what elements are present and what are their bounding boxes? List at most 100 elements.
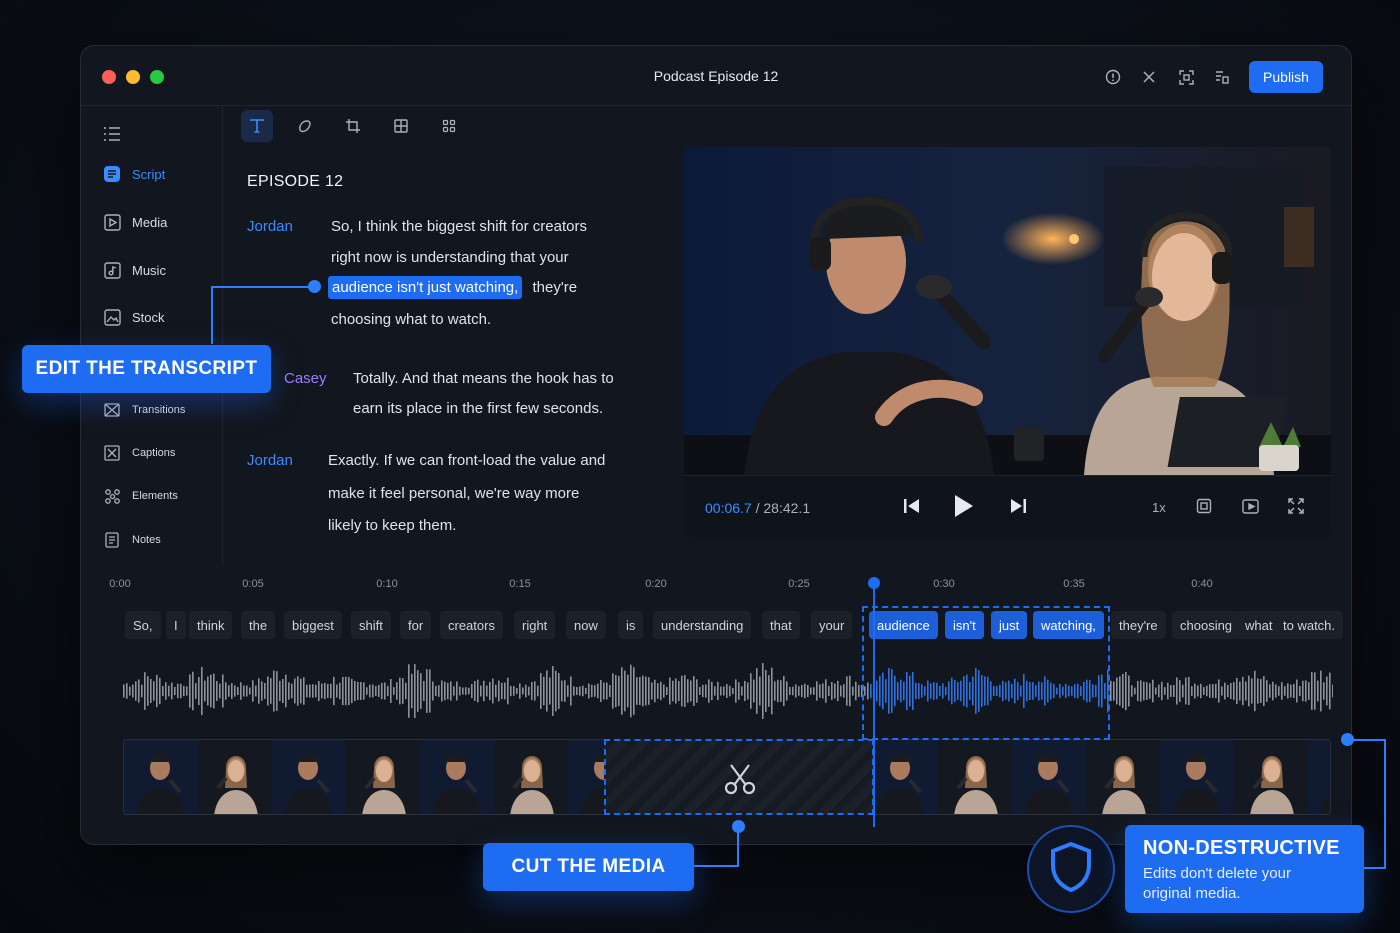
waveform-bar (714, 686, 716, 696)
word-chip[interactable]: the (241, 611, 276, 639)
word-chip[interactable]: choosing (1172, 611, 1241, 639)
transcript-line[interactable]: earn its place in the first few seconds. (353, 400, 603, 417)
speaker-name[interactable]: Jordan (247, 452, 293, 469)
word-chip[interactable]: what (1237, 611, 1281, 639)
cut-region[interactable] (604, 739, 874, 815)
transcript-line[interactable]: So, I think the biggest shift for creato… (331, 218, 587, 235)
transitions-icon (103, 401, 121, 419)
caption-toggle-icon[interactable] (1192, 494, 1216, 518)
waveform-bar (123, 684, 125, 698)
waveform-bar (1194, 683, 1196, 699)
sidebar-item-media[interactable]: Media (103, 213, 167, 231)
transcript-line-highlight[interactable]: audience isn't just watching, they're (328, 276, 577, 299)
word-chip[interactable]: creators (440, 611, 503, 639)
transcript-text[interactable]: they're (532, 279, 577, 296)
sidebar-item-captions[interactable]: Captions (103, 444, 175, 462)
word-chip[interactable]: shift (351, 611, 391, 639)
waveform-bar (696, 679, 698, 703)
waveform-bar (711, 681, 713, 701)
fullscreen-icon[interactable] (1284, 494, 1308, 518)
word-chip[interactable]: So, (125, 611, 161, 639)
word-chip[interactable]: understanding (653, 611, 752, 639)
layout-tool-icon[interactable] (385, 110, 417, 142)
word-chip[interactable]: is (618, 611, 644, 639)
waveform-bar (147, 676, 149, 706)
waveform-bar (219, 683, 221, 699)
layers-icon[interactable] (1211, 66, 1233, 88)
transcript-line[interactable]: make it feel personal, we're way more (328, 485, 579, 502)
stock-icon (103, 308, 121, 326)
waveform-bar (222, 674, 224, 708)
close-x-icon[interactable] (1138, 66, 1160, 88)
word-chip[interactable]: that (762, 611, 800, 639)
fit-screen-icon[interactable] (1175, 66, 1197, 88)
transcript-line[interactable]: choosing what to watch. (331, 311, 491, 328)
filmstrip-frame (420, 740, 494, 814)
sidebar-item-transitions[interactable]: Transitions (103, 401, 185, 419)
sidebar-item-stock[interactable]: Stock (103, 308, 165, 326)
sidebar-item-script[interactable]: Script (103, 165, 165, 183)
waveform-bar (501, 682, 503, 700)
waveform-bar (450, 681, 452, 701)
word-chip[interactable]: think (189, 611, 233, 639)
highlighted-text[interactable]: audience isn't just watching, (328, 276, 523, 299)
filmstrip-frame (1308, 740, 1330, 814)
waveform-bar (477, 679, 479, 703)
skip-forward-icon[interactable] (1006, 494, 1030, 518)
grid-tool-icon[interactable] (433, 110, 465, 142)
playback-speed[interactable]: 1x (1152, 500, 1166, 515)
word-chip[interactable]: right (514, 611, 556, 639)
sidebar-item-label: Stock (132, 309, 165, 325)
transcript-line[interactable]: right now is understanding that your (331, 249, 569, 266)
video-frame-image (684, 147, 1331, 475)
speaker-name[interactable]: Jordan (247, 218, 293, 235)
word-chip[interactable]: they're (1111, 611, 1166, 639)
timeline-ruler[interactable]: 0:00 0:05 0:10 0:15 0:20 0:25 0:30 0:35 … (108, 569, 1328, 590)
sidebar-item-elements[interactable]: Elements (103, 487, 178, 505)
waveform-bar (444, 681, 446, 701)
transcript-line[interactable]: Exactly. If we can front-load the value … (328, 452, 605, 469)
transcript-line[interactable]: Totally. And that means the hook has to (353, 370, 614, 387)
word-chip[interactable]: I (166, 611, 186, 639)
waveform-bar (1314, 672, 1316, 710)
transcript-line[interactable]: likely to keep them. (328, 517, 456, 534)
word-chip[interactable]: for (400, 611, 432, 639)
waveform-bar (1161, 681, 1163, 701)
sidebar-item-music[interactable]: Music (103, 261, 166, 279)
skip-back-icon[interactable] (900, 494, 924, 518)
waveform-bar (1248, 675, 1250, 707)
word-chip[interactable]: now (566, 611, 606, 639)
playhead[interactable] (873, 581, 875, 827)
waveform-bar (528, 686, 530, 696)
waveform-bar (459, 686, 461, 696)
picture-in-picture-icon[interactable] (1238, 494, 1262, 518)
waveform-bar (474, 681, 476, 701)
info-icon[interactable] (1102, 66, 1124, 88)
audio-waveform[interactable] (123, 661, 1333, 721)
waveform-bar (378, 684, 380, 698)
word-chip[interactable]: to watch. (1275, 611, 1344, 639)
shape-tool-icon[interactable] (289, 110, 321, 142)
current-time: 00:06.7 (705, 500, 752, 516)
waveform-bar (1305, 680, 1307, 702)
waveform-bar (1185, 677, 1187, 705)
word-chip[interactable]: your (811, 611, 853, 639)
menu-icon[interactable] (103, 126, 123, 144)
waveform-bar (384, 682, 386, 700)
play-icon[interactable] (951, 494, 975, 518)
waveform-bar (234, 685, 236, 697)
ruler-tick: 0:40 (1191, 578, 1213, 590)
word-chip[interactable]: biggest (284, 611, 342, 639)
waveform-bar (1299, 686, 1301, 696)
playhead-handle[interactable] (868, 577, 880, 589)
waveform-bar (1236, 677, 1238, 705)
waveform-bar (813, 687, 815, 695)
speaker-name[interactable]: Casey (284, 370, 327, 387)
publish-button[interactable]: Publish (1249, 61, 1323, 93)
sidebar-item-notes[interactable]: Notes (103, 531, 161, 549)
crop-tool-icon[interactable] (337, 110, 369, 142)
waveform-bar (171, 682, 173, 700)
waveform-bar (543, 676, 545, 706)
waveform-bar (729, 685, 731, 697)
text-tool-icon[interactable] (241, 110, 273, 142)
